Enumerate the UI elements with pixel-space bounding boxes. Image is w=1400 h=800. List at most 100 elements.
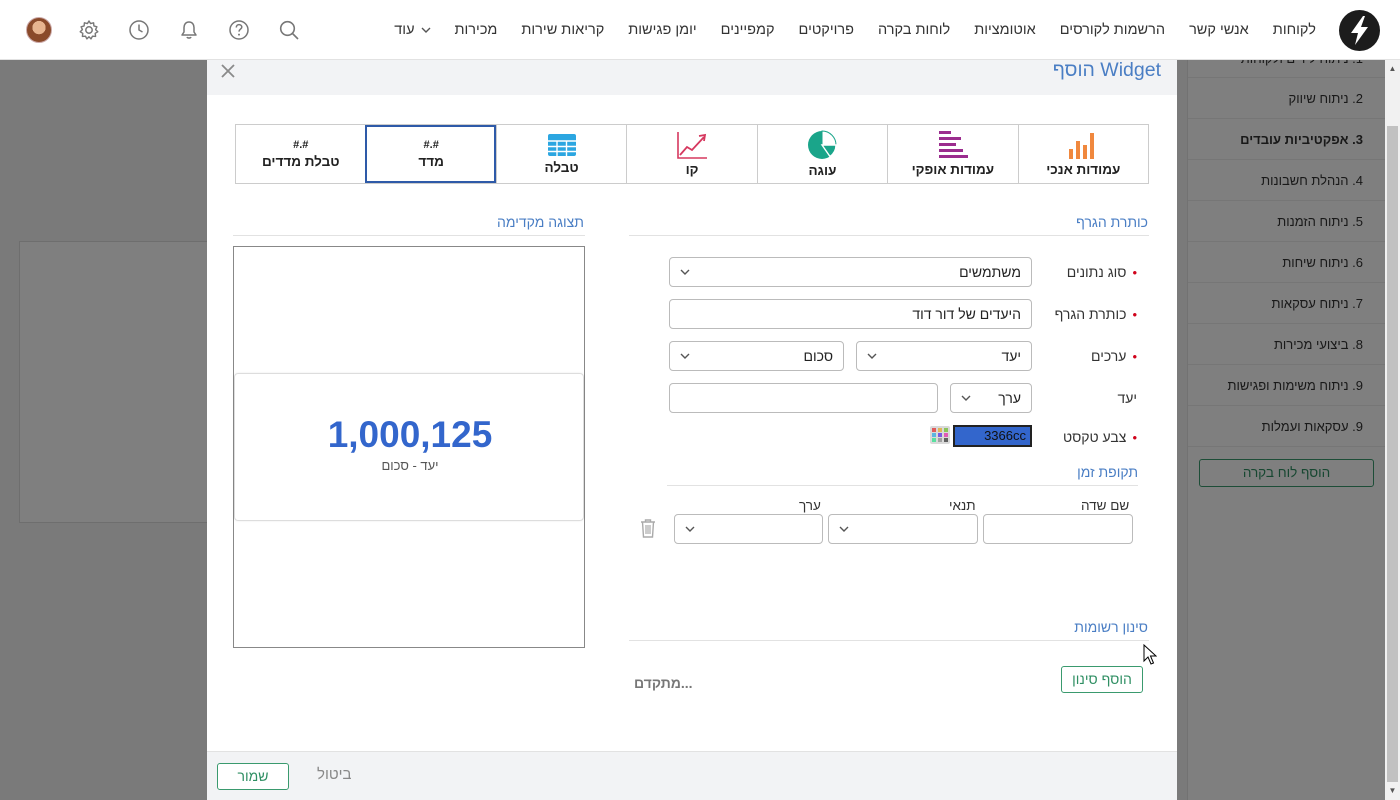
- type-label: קו: [685, 162, 699, 177]
- time-condition-select[interactable]: [828, 514, 978, 544]
- section-divider: [233, 235, 585, 236]
- type-vertical-bars[interactable]: עמודות אנכי: [1017, 125, 1148, 183]
- type-table[interactable]: טבלה: [495, 125, 627, 183]
- advanced-link[interactable]: מתקדם...: [634, 675, 693, 691]
- data-type-value: משתמשים: [959, 264, 1021, 280]
- nav-links: לקוחות אנשי קשר הרשמות לקורסים אוטומציות…: [370, 0, 1316, 60]
- required-marker: •: [1132, 430, 1137, 445]
- target-type-select[interactable]: ערך: [950, 383, 1032, 413]
- type-line[interactable]: קו: [626, 125, 757, 183]
- color-palette-icon[interactable]: [930, 426, 950, 444]
- trash-icon[interactable]: [639, 518, 657, 538]
- search-icon: [279, 20, 299, 40]
- user-avatar-image: [26, 17, 52, 43]
- filter-records-heading: סינון רשומות: [1074, 619, 1148, 635]
- value-column-header: ערך: [799, 498, 821, 513]
- close-icon: [221, 64, 235, 78]
- nav-more-menu[interactable]: עוד: [394, 22, 431, 38]
- pie-icon: [808, 130, 838, 159]
- target-label: יעד: [1117, 390, 1137, 406]
- bell-icon: [181, 21, 197, 39]
- chevron-down-icon: [961, 395, 971, 401]
- chevron-down-icon: [680, 269, 690, 275]
- type-kpi[interactable]: #.# מדד: [365, 125, 496, 183]
- scroll-up-arrow-icon[interactable]: ▲: [1385, 60, 1400, 78]
- nav-more-label: עוד: [394, 22, 415, 38]
- kpi-caption: יעד - סכום: [381, 458, 439, 473]
- nav-link-customers[interactable]: לקוחות: [1273, 22, 1316, 38]
- nav-link-sales[interactable]: מכירות: [455, 22, 498, 38]
- cancel-button[interactable]: ביטול: [317, 766, 352, 783]
- nav-link-contacts[interactable]: אנשי קשר: [1189, 22, 1249, 38]
- modal-title: הוסף Widget: [1052, 59, 1161, 81]
- chart-title-input[interactable]: היעדים של דור דוד: [669, 299, 1032, 329]
- values-aggregation-select[interactable]: סכום: [669, 341, 844, 371]
- required-marker: •: [1132, 265, 1137, 280]
- section-divider: [629, 640, 1149, 641]
- type-label: עוגה: [808, 163, 837, 178]
- chevron-down-icon: [685, 526, 695, 532]
- scroll-thumb[interactable]: [1387, 126, 1398, 782]
- type-label: טבלה: [544, 160, 579, 175]
- vertical-bars-icon: [1069, 133, 1095, 159]
- clock-icon: [129, 20, 149, 40]
- nav-link-meetings-calendar[interactable]: יומן פגישות: [628, 22, 696, 38]
- nav-link-automations[interactable]: אוטומציות: [974, 22, 1036, 38]
- nav-link-course-registrations[interactable]: הרשמות לקורסים: [1060, 22, 1165, 38]
- page-scrollbar[interactable]: ▲ ▼: [1385, 60, 1400, 800]
- type-pie[interactable]: עוגה: [756, 125, 888, 183]
- chevron-down-icon: [680, 353, 690, 359]
- data-type-label: •סוג נתונים: [1066, 264, 1137, 280]
- kpi-value: 1,000,125: [327, 414, 493, 455]
- nav-link-campaigns[interactable]: קמפיינים: [721, 22, 775, 38]
- save-button[interactable]: שמור: [217, 763, 289, 790]
- lightning-logo-icon: [1351, 16, 1368, 45]
- text-color-label: •צבע טקסט: [1062, 429, 1137, 445]
- type-horizontal-bars[interactable]: עמודות אופקי: [887, 125, 1018, 183]
- kpi-preview-card: 1,000,125 יעד - סכום: [234, 373, 584, 521]
- history-button[interactable]: [124, 15, 154, 45]
- help-icon: [229, 20, 249, 40]
- chevron-down-icon: [839, 526, 849, 532]
- notifications-button[interactable]: [174, 15, 204, 45]
- search-button[interactable]: [274, 15, 304, 45]
- nav-link-dashboards[interactable]: לוחות בקרה: [878, 22, 950, 38]
- kpi-icon: #.#: [423, 138, 439, 151]
- help-button[interactable]: [224, 15, 254, 45]
- table-icon: [547, 134, 576, 156]
- type-label: עמודות אנכי: [1046, 162, 1121, 177]
- avatar[interactable]: [24, 15, 54, 45]
- gear-icon: [79, 20, 99, 40]
- mouse-cursor-icon: [1143, 644, 1157, 665]
- settings-button[interactable]: [74, 15, 104, 45]
- required-marker: •: [1132, 349, 1137, 364]
- values-field-select[interactable]: יעד: [856, 341, 1032, 371]
- section-divider: [629, 235, 1149, 236]
- nav-link-projects[interactable]: פרויקטים: [799, 22, 854, 38]
- field-name-column-header: שם שדה: [1081, 498, 1130, 513]
- time-field-name-input[interactable]: [983, 514, 1133, 544]
- time-value-select[interactable]: [674, 514, 823, 544]
- add-filter-button[interactable]: הוסף סינון: [1061, 666, 1143, 693]
- type-kpi-table[interactable]: #.# טבלת מדדים: [236, 125, 366, 183]
- chart-title-value: היעדים של דור דוד: [912, 306, 1021, 322]
- top-navigation: לקוחות אנשי קשר הרשמות לקורסים אוטומציות…: [0, 0, 1400, 60]
- kpi-table-icon: #.#: [293, 138, 309, 151]
- text-color-input[interactable]: 3366cc: [953, 425, 1032, 447]
- data-type-select[interactable]: משתמשים: [669, 257, 1032, 287]
- target-value-input[interactable]: [669, 383, 938, 413]
- add-widget-modal: הוסף Widget עמודות אנכי עמודות אופקי עוג…: [207, 60, 1177, 800]
- chevron-down-icon: [867, 353, 877, 359]
- horizontal-bars-icon: [938, 131, 968, 158]
- values-aggregation-value: סכום: [803, 348, 833, 364]
- close-button[interactable]: [219, 62, 239, 82]
- scroll-down-arrow-icon[interactable]: ▼: [1385, 782, 1400, 800]
- target-type-value: ערך: [998, 390, 1021, 406]
- nav-link-service-calls[interactable]: קריאות שירות: [521, 22, 604, 38]
- values-label: •ערכים: [1091, 348, 1137, 364]
- app-logo[interactable]: [1339, 10, 1380, 51]
- modal-footer: שמור ביטול: [207, 751, 1177, 800]
- values-field-value: יעד: [1001, 348, 1021, 364]
- nav-icons: [24, 15, 324, 45]
- time-period-heading: תקופת זמן: [1077, 464, 1138, 480]
